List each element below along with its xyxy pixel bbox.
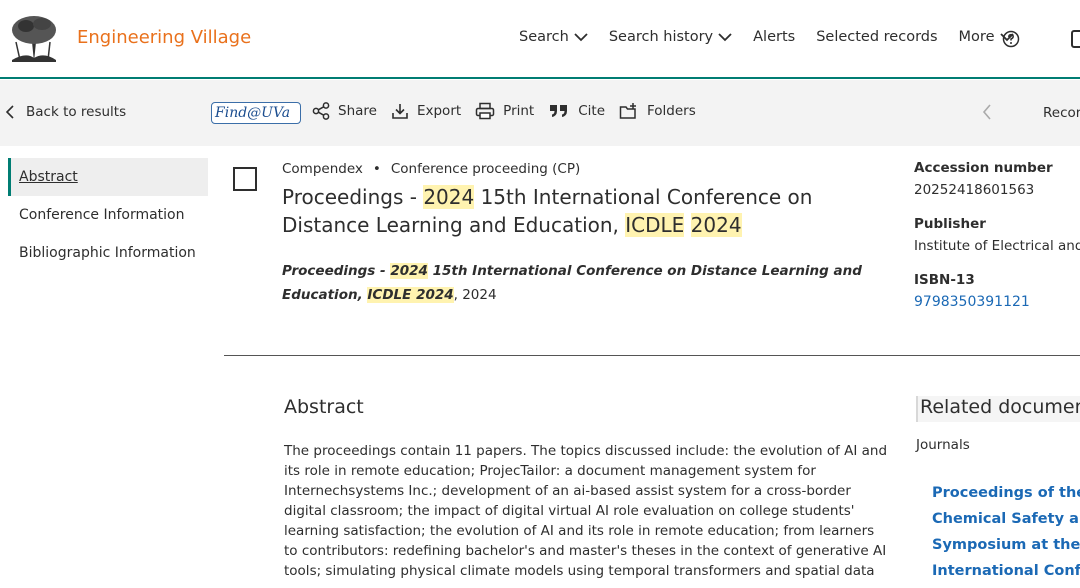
database-label: Compendex [282, 161, 363, 177]
record-details-panel: Accession number 20252418601563 Publishe… [914, 160, 1080, 328]
section-sidebar: Abstract Conference Information Bibliogr… [8, 158, 208, 272]
isbn-link[interactable]: 9798350391121 [914, 294, 1080, 310]
publisher-label: Publisher [914, 216, 986, 232]
nav-search[interactable]: Search [519, 29, 588, 45]
folder-add-icon [619, 103, 637, 119]
sidebar-item-conference-information[interactable]: Conference Information [8, 196, 208, 234]
record-navigation: Recor [1043, 105, 1080, 121]
highlight: ICDLE 2024 [367, 287, 454, 303]
share-icon [312, 102, 330, 120]
record-title: Proceedings - 2024 15th International Co… [282, 185, 813, 237]
nav-search-history[interactable]: Search history [609, 29, 732, 45]
chevron-down-icon [574, 32, 588, 41]
find-at-uva-button[interactable]: Find@UVa [211, 102, 301, 124]
record-source: Proceedings - 2024 15th International Co… [282, 263, 862, 303]
back-to-results-link[interactable]: Back to results [6, 104, 126, 120]
export-icon [392, 104, 408, 119]
isbn-label: ISBN-13 [914, 272, 975, 288]
related-links: Proceedings of the 2 Chemical Safety and… [932, 480, 1080, 584]
cite-button[interactable]: Cite [548, 103, 605, 119]
highlight: 2024 [390, 263, 428, 279]
sidebar-item-bibliographic-information[interactable]: Bibliographic Information [8, 234, 208, 272]
highlight: 2024 [690, 213, 742, 237]
journals-label: Journals [916, 437, 970, 453]
previous-record-icon[interactable] [982, 104, 992, 120]
nav-selected-records[interactable]: Selected records [816, 29, 937, 45]
abstract-text: The proceedings contain 11 papers. The t… [284, 443, 888, 579]
publisher-value: Institute of Electrical and [914, 238, 1080, 254]
chevron-down-icon [718, 32, 732, 41]
accession-number-value: 20252418601563 [914, 182, 1035, 198]
quote-icon [550, 105, 568, 117]
related-link[interactable]: Proceedings of the 2 [932, 480, 1080, 506]
accession-number-label: Accession number [914, 160, 1053, 176]
share-button[interactable]: Share [312, 102, 377, 120]
top-header: Engineering Village Search Search histor… [0, 0, 1080, 79]
select-record-checkbox[interactable] [233, 167, 257, 191]
export-button[interactable]: Export [391, 102, 461, 120]
record-meta: Compendex • Conference proceeding (CP) [282, 161, 580, 177]
separator-dot: • [372, 161, 381, 177]
abstract-heading: Abstract [284, 396, 364, 418]
related-link[interactable]: Chemical Safety and [932, 506, 1080, 532]
print-icon [475, 102, 495, 120]
folders-button[interactable]: Folders [619, 102, 696, 120]
related-link[interactable]: International Confe [932, 558, 1080, 584]
elsevier-tree-logo[interactable] [6, 12, 62, 64]
document-type: Conference proceeding (CP) [390, 161, 581, 177]
chevron-left-icon [6, 105, 14, 119]
nav-alerts[interactable]: Alerts [753, 29, 795, 45]
sidebar-item-abstract[interactable]: Abstract [8, 158, 208, 196]
record-toolbar: Back to results Find@UVa Share Export Pr… [0, 80, 1080, 146]
highlight: ICDLE [625, 213, 685, 237]
print-button[interactable]: Print [475, 102, 534, 120]
section-divider [224, 355, 1080, 356]
main-nav: Search Search history Alerts Selected re… [519, 29, 1035, 45]
highlight: 2024 [423, 185, 475, 209]
user-icon[interactable] [1071, 30, 1080, 48]
related-link[interactable]: Symposium at the 2 [932, 532, 1080, 558]
help-icon[interactable] [1002, 30, 1020, 48]
brand-name[interactable]: Engineering Village [77, 27, 251, 48]
toolbar-actions: Share Export Print Cite Folders [312, 102, 710, 120]
related-documents-heading: Related documen [916, 396, 1080, 422]
